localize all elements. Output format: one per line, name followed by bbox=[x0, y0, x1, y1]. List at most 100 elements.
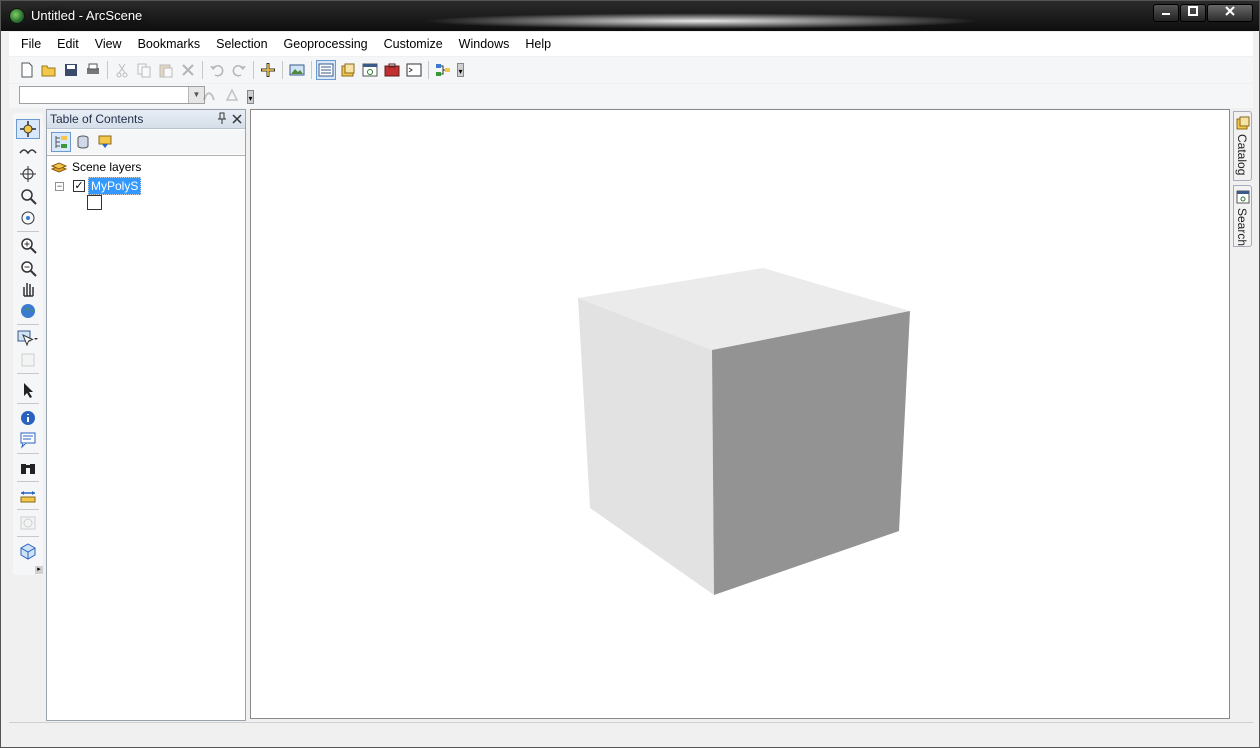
search-window-icon bbox=[362, 63, 378, 77]
new-document-icon bbox=[21, 62, 33, 78]
layer-dropdown[interactable]: ▼ bbox=[19, 86, 205, 104]
cut-icon bbox=[116, 63, 128, 78]
toc-close-button[interactable] bbox=[231, 110, 243, 128]
layer-name[interactable]: MyPolyS bbox=[88, 177, 142, 195]
menu-edit[interactable]: Edit bbox=[49, 37, 87, 51]
layer-symbol-swatch[interactable] bbox=[87, 195, 102, 210]
catalog-dock-tab[interactable]: Catalog bbox=[1233, 111, 1252, 181]
toolbar-separator bbox=[107, 61, 108, 79]
pan-tool[interactable] bbox=[16, 279, 40, 299]
scene-view[interactable] bbox=[250, 109, 1230, 719]
find-tool[interactable] bbox=[16, 458, 40, 478]
catalog-window-button[interactable] bbox=[338, 60, 358, 80]
layers-stack-icon bbox=[51, 162, 67, 173]
toolbar-expand-arrow[interactable]: ▸ bbox=[35, 566, 43, 574]
menu-selection[interactable]: Selection bbox=[208, 37, 275, 51]
layer-transparency-button[interactable] bbox=[199, 85, 219, 105]
zoom-in-icon bbox=[21, 238, 37, 254]
close-icon bbox=[232, 114, 242, 124]
copy-icon bbox=[137, 63, 151, 78]
maximize-button[interactable] bbox=[1180, 4, 1206, 22]
toolbar-options-gripper[interactable]: ▾ bbox=[247, 90, 254, 104]
delete-button[interactable] bbox=[178, 60, 198, 80]
select-features-tool[interactable] bbox=[16, 328, 40, 348]
open-button[interactable] bbox=[39, 60, 59, 80]
redo-button[interactable] bbox=[229, 60, 249, 80]
arcscene-app-icon[interactable] bbox=[9, 8, 25, 24]
set-observer-tool[interactable] bbox=[16, 208, 40, 228]
zoom-in-tool[interactable] bbox=[16, 235, 40, 255]
toolbar-options-gripper[interactable]: ▾ bbox=[457, 63, 464, 77]
scene-layers-group[interactable]: Scene layers bbox=[51, 160, 141, 174]
layer-visibility-checkbox[interactable]: ✓ bbox=[73, 180, 85, 192]
close-icon bbox=[1225, 6, 1235, 16]
tools-separator bbox=[17, 453, 39, 454]
menu-bookmarks[interactable]: Bookmarks bbox=[130, 37, 209, 51]
cut-button[interactable] bbox=[112, 60, 132, 80]
close-button[interactable] bbox=[1207, 4, 1253, 22]
table-of-contents-button[interactable] bbox=[316, 60, 336, 80]
list-by-drawing-order-button[interactable] bbox=[51, 132, 71, 152]
add-data-button[interactable] bbox=[258, 60, 278, 80]
tools-separator bbox=[17, 231, 39, 232]
search-window-button[interactable] bbox=[360, 60, 380, 80]
list-by-visibility-button[interactable] bbox=[95, 132, 115, 152]
arctoolbox-button[interactable] bbox=[382, 60, 402, 80]
minimize-button[interactable] bbox=[1153, 4, 1179, 22]
python-window-button[interactable] bbox=[404, 60, 424, 80]
save-button[interactable] bbox=[61, 60, 81, 80]
tools-separator bbox=[17, 403, 39, 404]
full-extent-tool[interactable] bbox=[16, 301, 40, 321]
scene-properties-icon bbox=[289, 64, 305, 76]
list-by-visibility-icon bbox=[98, 135, 112, 148]
search-dock-tab[interactable]: Search bbox=[1233, 185, 1252, 247]
fly-icon bbox=[19, 149, 37, 155]
menu-help[interactable]: Help bbox=[517, 37, 559, 51]
navigate-tool[interactable] bbox=[16, 119, 40, 139]
modelbuilder-icon bbox=[436, 64, 450, 76]
title-bar-glow bbox=[421, 13, 981, 29]
toc-tree: Scene layers − ✓ MyPolyS bbox=[47, 155, 245, 720]
save-icon bbox=[65, 64, 77, 76]
pin-icon[interactable] bbox=[217, 112, 227, 127]
new-document-button[interactable] bbox=[17, 60, 37, 80]
table-of-contents-icon bbox=[318, 63, 334, 77]
menu-geoprocessing[interactable]: Geoprocessing bbox=[276, 37, 376, 51]
catalog-tab-label: Catalog bbox=[1235, 134, 1249, 176]
layer-item-mypolys[interactable]: − ✓ MyPolyS bbox=[55, 177, 142, 195]
clear-selection-tool[interactable] bbox=[16, 350, 40, 370]
menu-windows[interactable]: Windows bbox=[451, 37, 518, 51]
menu-customize[interactable]: Customize bbox=[376, 37, 451, 51]
cube-3d-model[interactable] bbox=[251, 110, 1229, 718]
modelbuilder-button[interactable] bbox=[433, 60, 453, 80]
scene-layers-label: Scene layers bbox=[72, 160, 142, 174]
status-bar bbox=[9, 722, 1253, 742]
title-bar[interactable]: Untitled - ArcScene bbox=[1, 1, 1259, 31]
layer-lighting-button[interactable] bbox=[222, 85, 242, 105]
measure-tool[interactable] bbox=[16, 486, 40, 506]
menu-file[interactable]: File bbox=[13, 37, 49, 51]
scene-properties-button[interactable] bbox=[287, 60, 307, 80]
3d-analyst-tool[interactable] bbox=[16, 541, 40, 561]
tools-separator bbox=[17, 481, 39, 482]
undo-button[interactable] bbox=[207, 60, 227, 80]
paste-button[interactable] bbox=[156, 60, 176, 80]
window-title: Untitled - ArcScene bbox=[31, 8, 143, 23]
html-popup-tool[interactable] bbox=[16, 430, 40, 450]
html-popup-icon bbox=[20, 432, 36, 449]
print-button[interactable] bbox=[83, 60, 103, 80]
center-on-target-tool[interactable] bbox=[16, 164, 40, 184]
collapse-toggle[interactable]: − bbox=[55, 181, 64, 191]
fly-tool[interactable] bbox=[16, 142, 40, 162]
table-of-contents-panel: Table of Contents Scene layers − ✓ MyPol… bbox=[46, 109, 246, 721]
select-elements-tool[interactable] bbox=[16, 380, 40, 400]
tools-toolbar: ▸ bbox=[13, 113, 43, 575]
zoom-out-tool[interactable] bbox=[16, 258, 40, 278]
list-by-source-button[interactable] bbox=[73, 132, 93, 152]
zoom-out-icon bbox=[21, 261, 37, 277]
menu-view[interactable]: View bbox=[87, 37, 130, 51]
time-slider-tool[interactable] bbox=[16, 513, 40, 533]
identify-tool[interactable] bbox=[16, 408, 40, 428]
zoom-to-target-tool[interactable] bbox=[16, 186, 40, 206]
copy-button[interactable] bbox=[134, 60, 154, 80]
